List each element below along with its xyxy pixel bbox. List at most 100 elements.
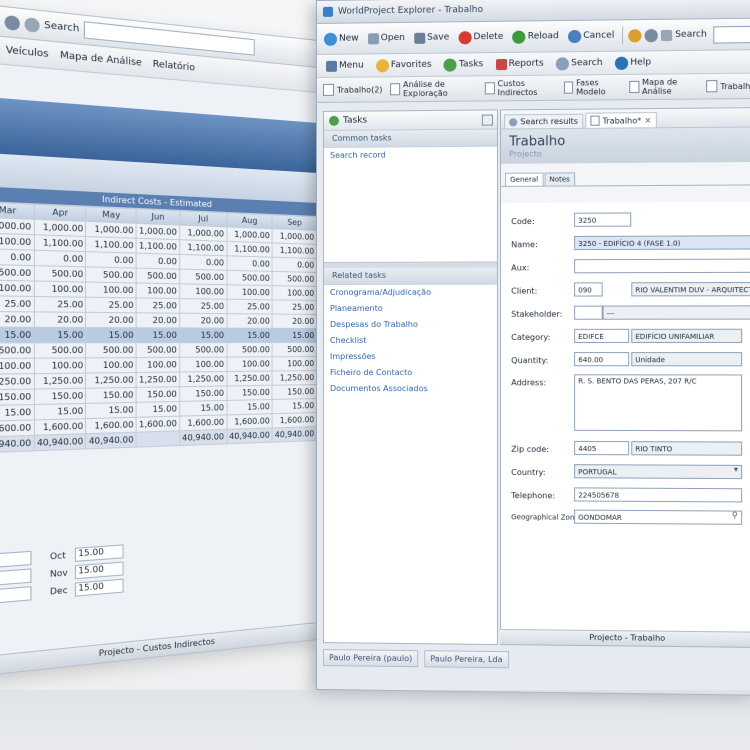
table-cell: 25.00 bbox=[34, 296, 87, 313]
home-icon[interactable] bbox=[24, 16, 40, 33]
back-tab-mapa[interactable]: Mapa de Análise bbox=[60, 50, 142, 68]
small-grid-value[interactable]: 15.00 bbox=[74, 578, 124, 597]
tab-general[interactable]: General bbox=[505, 172, 544, 186]
category-code-field[interactable]: EDIFCE bbox=[574, 328, 630, 343]
quantity-field[interactable]: 640.00 bbox=[574, 352, 630, 367]
reports-label: Reports bbox=[508, 58, 544, 70]
delete-button[interactable]: Delete bbox=[455, 28, 506, 46]
user-session[interactable]: Paulo Pereira (paulo) bbox=[322, 648, 419, 667]
tab-search-results[interactable]: Search results bbox=[504, 113, 584, 129]
doc-tab-label: Fases Modelo bbox=[576, 78, 606, 97]
status-bar: Projecto - Trabalho bbox=[500, 628, 750, 647]
floor-reflection bbox=[0, 690, 750, 750]
code-field[interactable]: 3250 bbox=[574, 212, 632, 227]
magnifier-icon bbox=[509, 117, 518, 126]
client-code-field[interactable]: 090 bbox=[574, 282, 603, 297]
task-link[interactable]: Documentos Associados bbox=[324, 381, 497, 397]
task-link[interactable]: Despesas do Trabalho bbox=[324, 317, 497, 333]
address-field[interactable]: R. S. BENTO DAS PERAS, 207 R/C bbox=[574, 374, 743, 432]
undo-icon bbox=[567, 29, 582, 43]
table-cell: 0.00 bbox=[0, 248, 35, 266]
table-cell: 15.00 bbox=[179, 400, 227, 417]
country-select[interactable]: PORTUGAL bbox=[574, 464, 743, 480]
back-tab-veiculos[interactable]: Veículos bbox=[6, 45, 49, 60]
doc-tab-fases[interactable]: Fases Modelo bbox=[563, 78, 622, 97]
reports-button[interactable]: Reports bbox=[492, 56, 546, 72]
menu-button[interactable]: Menu bbox=[323, 58, 367, 73]
aux-field[interactable] bbox=[574, 258, 750, 274]
name-field[interactable]: 3250 - EDIFÍCIO 4 (FASE 1.0) bbox=[574, 235, 750, 251]
search-button[interactable]: Search bbox=[553, 54, 606, 72]
save-button[interactable]: Save bbox=[411, 30, 452, 46]
table-cell: 500.00 bbox=[272, 342, 317, 357]
reload-button[interactable]: Reload bbox=[509, 28, 561, 46]
tab-trabalho[interactable]: Trabalho* ✕ bbox=[585, 112, 657, 128]
task-link[interactable]: Checklist bbox=[324, 333, 497, 349]
tasks-button[interactable]: Tasks bbox=[441, 56, 487, 74]
task-link[interactable]: Ficheiro de Contacto bbox=[324, 365, 497, 381]
indirect-costs-table: Mar Apr May Jun Jul Aug Sep 1,000.00 1,000.00 1,… bbox=[0, 201, 317, 453]
table-cell: 1,250.00 bbox=[179, 371, 227, 387]
search-input[interactable] bbox=[713, 25, 750, 44]
session-bar: Paulo Pereira (paulo) Paulo Pereira, Lda bbox=[322, 647, 750, 672]
star-icon[interactable] bbox=[628, 28, 642, 43]
table-cell: 100.00 bbox=[179, 357, 227, 373]
back-status-bar: Projecto - Custos Indirectos bbox=[0, 622, 318, 676]
table-row[interactable]: 15.00 15.00 15.00 15.00 15.00 15.00 15.00 bbox=[0, 327, 317, 343]
table-cell: 1,600.00 bbox=[226, 413, 273, 430]
task-link-search-record[interactable]: Search record bbox=[324, 147, 497, 164]
doc-tab-trabalho2[interactable]: Trabalho(2) bbox=[322, 83, 382, 96]
telephone-field[interactable]: 224505678 bbox=[574, 487, 743, 503]
tab-label: Trabalho* bbox=[602, 115, 642, 126]
client-name-field: RIO VALENTIM DUV - ARQUITECTOS LDA bbox=[631, 281, 750, 297]
geo-field[interactable]: GONDOMAR bbox=[574, 509, 743, 525]
home-icon[interactable] bbox=[660, 29, 673, 41]
back-tab-relatorio[interactable]: Relatório bbox=[153, 59, 195, 73]
close-icon[interactable]: ✕ bbox=[644, 116, 651, 125]
table-cell: 1,600.00 bbox=[272, 412, 317, 428]
gear-icon[interactable] bbox=[644, 28, 658, 42]
doc-tab-trabalho[interactable]: Trabalho bbox=[705, 80, 750, 93]
table-cell: 15.00 bbox=[272, 398, 317, 414]
cancel-button[interactable]: Cancel bbox=[565, 27, 617, 45]
stakeholder-code-field[interactable] bbox=[574, 305, 603, 320]
table-cell: 1,250.00 bbox=[0, 373, 35, 390]
app-icon bbox=[322, 6, 333, 17]
tab-notes[interactable]: Notes bbox=[544, 172, 575, 186]
table-cell: 1,000.00 bbox=[86, 221, 137, 239]
small-grid-blank[interactable] bbox=[0, 585, 32, 605]
table-cell: 0.00 bbox=[136, 253, 180, 270]
open-button[interactable]: Open bbox=[365, 30, 408, 46]
search-icon[interactable]: ⚲ bbox=[732, 511, 738, 520]
small-grid-value[interactable]: 15.00 bbox=[74, 543, 124, 562]
task-link[interactable]: Impressões bbox=[324, 349, 497, 365]
doc-tab-custos[interactable]: Custos Indirectos bbox=[484, 79, 555, 98]
gear-icon[interactable] bbox=[4, 14, 20, 31]
category-name-field: EDIFÍCIO UNIFAMILIAR bbox=[631, 328, 743, 343]
help-button[interactable]: Help bbox=[612, 54, 654, 72]
task-link[interactable]: Planeamento bbox=[324, 301, 497, 317]
zip-field[interactable]: 4405 bbox=[574, 440, 630, 456]
doc-tab-mapa[interactable]: Mapa de Análise bbox=[629, 77, 698, 96]
chevron-down-icon[interactable]: ▾ bbox=[734, 465, 738, 474]
form-header: Trabalho Projecto bbox=[501, 127, 750, 164]
back-small-grid: Oct 15.00 Nov 15.00 Dec 15.00 bbox=[0, 529, 317, 606]
check-icon bbox=[328, 115, 339, 126]
doc-tab-analise[interactable]: Análise de Exploração bbox=[390, 79, 477, 98]
pin-icon[interactable] bbox=[481, 113, 493, 126]
table-row[interactable]: 20.00 20.00 20.00 20.00 20.00 20.00 20.00 bbox=[0, 311, 317, 329]
document-icon bbox=[322, 83, 334, 96]
favorites-button[interactable]: Favorites bbox=[373, 56, 435, 74]
reload-label: Reload bbox=[527, 31, 559, 42]
star-icon bbox=[375, 58, 389, 72]
task-link[interactable]: Cronograma/Adjudicação bbox=[324, 285, 497, 301]
stakeholder-label: Stakeholder: bbox=[511, 309, 563, 319]
month-header: Mar bbox=[0, 201, 35, 220]
new-button[interactable]: New bbox=[321, 30, 362, 47]
company-session[interactable]: Paulo Pereira, Lda bbox=[424, 649, 509, 668]
table-cell: 150.00 bbox=[86, 387, 137, 404]
client-label: Client: bbox=[511, 286, 538, 296]
table-cell: 100.00 bbox=[34, 281, 87, 298]
table-cell: 150.00 bbox=[272, 384, 317, 400]
table-cell: 500.00 bbox=[272, 271, 317, 287]
